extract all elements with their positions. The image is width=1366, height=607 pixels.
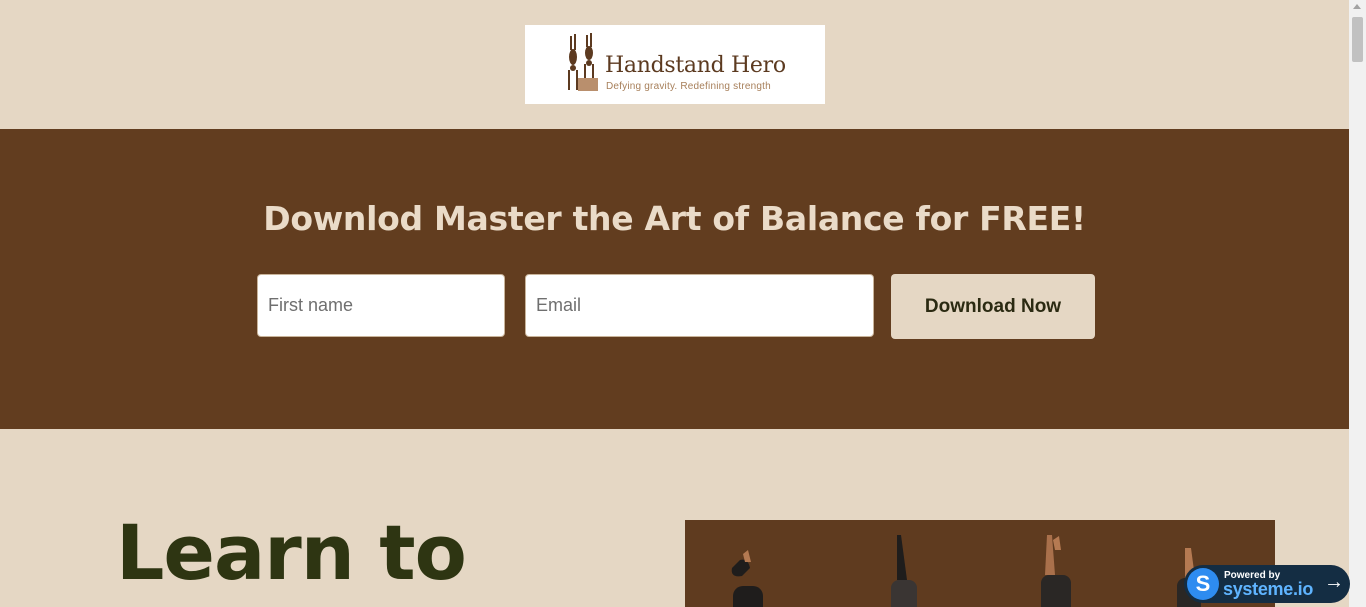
optin-title: Downlod Master the Art of Balance for FR… — [263, 199, 1086, 238]
vertical-scrollbar[interactable] — [1349, 0, 1366, 607]
systeme-logo-icon: S — [1187, 568, 1219, 600]
arrow-right-icon: → — [1324, 571, 1344, 593]
scrollbar-thumb[interactable] — [1352, 17, 1363, 62]
first-name-field[interactable] — [257, 274, 505, 337]
email-field[interactable] — [525, 274, 874, 337]
handstand-figures-icon — [568, 33, 598, 91]
optin-section: Downlod Master the Art of Balance for FR… — [0, 129, 1349, 429]
section-heading: Learn to — [116, 508, 467, 597]
powered-by-badge[interactable]: S Powered by systeme.io → — [1184, 565, 1350, 603]
logo-tagline: Defying gravity. Redefining strength — [606, 81, 771, 92]
logo[interactable]: Handstand Hero Defying gravity. Redefini… — [525, 25, 825, 104]
page: Handstand Hero Defying gravity. Redefini… — [0, 0, 1349, 607]
logo-title: Handstand Hero — [605, 53, 786, 78]
brand-name: systeme.io — [1223, 579, 1314, 599]
download-now-button[interactable]: Download Now — [891, 274, 1095, 339]
scroll-up-arrow-icon[interactable] — [1353, 4, 1361, 9]
